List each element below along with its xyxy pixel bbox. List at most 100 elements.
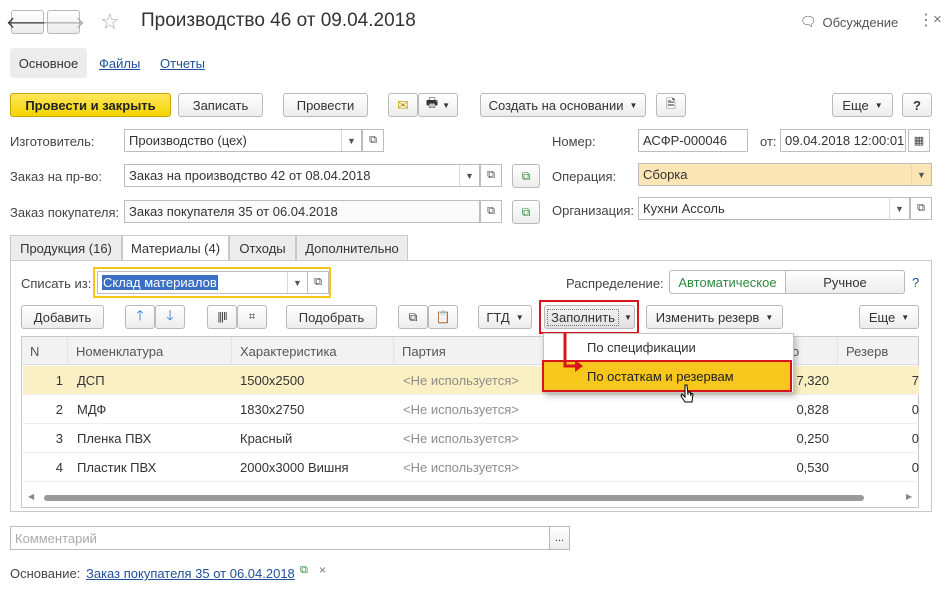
col-header-characteristic[interactable]: Характеристика (236, 337, 394, 365)
basis-link[interactable]: Заказ покупателя 35 от 06.04.2018 (86, 566, 295, 581)
fill-button[interactable]: Заполнить ▼ (544, 305, 635, 329)
chevron-down-icon[interactable]: ▼ (459, 165, 479, 186)
table-row[interactable]: 3 Пленка ПВХ Красный <Не используется> 0… (23, 424, 919, 453)
scroll-right-icon[interactable]: ▶ (906, 492, 912, 501)
email-button[interactable]: ✉ (388, 93, 418, 117)
chevron-down-icon[interactable]: ▼ (911, 164, 931, 185)
date-field[interactable]: 09.04.2018 12:00:01 (780, 129, 906, 152)
open-manufacturer-button[interactable]: ⧉ (362, 129, 384, 152)
mouse-cursor-icon (680, 384, 694, 403)
discussion-button[interactable]: 🗨 Обсуждение (800, 14, 898, 30)
row-quantity: 0,530 (796, 460, 829, 475)
forward-button[interactable]: 🡒 (42, 10, 85, 34)
move-up-button[interactable]: 🡑 (125, 305, 155, 329)
select-items-button[interactable]: Подобрать (286, 305, 377, 329)
open-org-button[interactable]: ⧉ (910, 197, 932, 220)
table-row[interactable]: 2 МДФ 1830x2750 <Не используется> 0,828 … (23, 395, 919, 424)
open-prod-order-button[interactable]: ⧉ (480, 164, 502, 187)
open-warehouse-button[interactable]: ⧉ (307, 271, 329, 294)
dist-help-link[interactable]: ? (912, 275, 919, 290)
move-down-button[interactable]: 🡓 (155, 305, 185, 329)
manufacturer-field[interactable]: Производство (цех) ▼ (124, 129, 362, 152)
row-nomenclature: МДФ (77, 402, 107, 417)
post-and-close-button[interactable]: Провести и закрыть (10, 93, 171, 117)
page-title: Производство 46 от 09.04.2018 (141, 10, 416, 31)
tab-waste[interactable]: Отходы (229, 235, 296, 260)
post-button[interactable]: Провести (283, 93, 368, 117)
row-nomenclature: ДСП (77, 373, 105, 388)
copy-button[interactable]: ⧉ (398, 305, 428, 329)
org-label: Организация: (552, 203, 635, 218)
writeoff-field[interactable]: Склад материалов ▼ (97, 271, 308, 294)
chevron-down-icon: ▼ (629, 100, 638, 110)
tab-materials[interactable]: Материалы (4) (122, 235, 229, 261)
more-button[interactable]: Еще ▼ (832, 93, 893, 117)
callout-arrow (563, 332, 583, 372)
arrow-up-icon: 🡑 (136, 307, 144, 323)
select-customer-order-button[interactable]: ⧉ (512, 200, 540, 224)
row-reserve: 0 (911, 460, 919, 475)
nav-tab-reports[interactable]: Отчеты (160, 56, 205, 71)
chevron-down-icon[interactable]: ▼ (341, 130, 361, 151)
comment-expand-button[interactable]: ... (549, 526, 570, 550)
row-batch: <Не используется> (403, 431, 519, 446)
envelope-icon: ✉ (397, 96, 409, 113)
select-prod-order-button[interactable]: ⧉ (512, 164, 540, 188)
change-reserve-button[interactable]: Изменить резерв ▼ (646, 305, 783, 329)
chevron-down-icon[interactable]: ▼ (287, 272, 307, 293)
fill-menu-item-spec[interactable]: По спецификации (587, 340, 696, 355)
more-vert-icon[interactable]: ⋮ (918, 10, 934, 30)
fill-menu-item-stock[interactable]: По остаткам и резервам (587, 369, 734, 384)
create-based-on-button[interactable]: Создать на основании ▼ (480, 93, 646, 117)
scan-button[interactable]: ⌗ (237, 305, 267, 329)
col-header-nomenclature[interactable]: Номенклатура (72, 337, 232, 365)
gtd-button[interactable]: ГТД ▼ (478, 305, 532, 329)
print-button[interactable]: 🖶 ▼ (418, 93, 458, 117)
basis-open-icon[interactable]: ⧉ (300, 564, 308, 577)
writeoff-label: Списать из: (21, 276, 92, 291)
paste-icon: 📋 (435, 310, 451, 324)
barcode-icon: |||‖ (217, 311, 227, 323)
materials-more-button[interactable]: Еще ▼ (859, 305, 919, 329)
chevron-down-icon: ▼ (901, 312, 910, 322)
col-header-reserve[interactable]: Резерв (842, 337, 918, 365)
star-icon[interactable]: ☆ (100, 9, 120, 35)
scroll-left-icon[interactable]: ◀ (28, 492, 34, 501)
add-button[interactable]: Добавить (21, 305, 104, 329)
arrow-right-icon: 🡒 (42, 14, 85, 32)
help-button[interactable]: ? (902, 93, 932, 117)
manufacturer-label: Изготовитель: (10, 134, 95, 149)
barcode-button[interactable]: |||‖ (207, 305, 237, 329)
customer-order-field[interactable]: Заказ покупателя 35 от 06.04.2018 (124, 200, 480, 223)
number-field[interactable]: АСФР-000046 (638, 129, 748, 152)
calendar-button[interactable]: ▦ (908, 129, 930, 152)
basis-label: Основание: (10, 566, 81, 581)
close-icon[interactable]: × (933, 11, 942, 28)
row-reserve: 0 (911, 431, 919, 446)
col-header-quantity[interactable]: о (788, 337, 838, 365)
back-button[interactable]: 🡐 (6, 10, 49, 34)
row-characteristic: Красный (240, 431, 293, 446)
document-button[interactable]: 🗎 (656, 93, 686, 117)
org-field[interactable]: Кухни Ассоль ▼ (638, 197, 910, 220)
dist-auto-button[interactable]: Автоматическое (669, 270, 786, 294)
open-customer-order-button[interactable]: ⧉ (480, 200, 502, 223)
nav-tab-files[interactable]: Файлы (99, 56, 140, 71)
tab-products[interactable]: Продукция (16) (10, 235, 122, 260)
paste-button[interactable]: 📋 (428, 305, 458, 329)
dist-manual-button[interactable]: Ручное (785, 270, 905, 294)
prod-order-field[interactable]: Заказ на производство 42 от 08.04.2018 ▼ (124, 164, 480, 187)
col-header-n[interactable]: N (26, 337, 68, 365)
table-row[interactable]: 4 Пластик ПВХ 2000x3000 Вишня <Не исполь… (23, 453, 919, 482)
tab-additional[interactable]: Дополнительно (296, 235, 408, 260)
arrow-down-icon: 🡓 (166, 307, 174, 323)
nav-tab-main[interactable]: Основное (10, 48, 87, 78)
comment-field[interactable]: Комментарий (10, 526, 550, 550)
chevron-down-icon: ▼ (515, 312, 524, 322)
operation-field[interactable]: Сборка ▼ (638, 163, 932, 186)
horizontal-scrollbar[interactable] (44, 495, 864, 501)
customer-order-label: Заказ покупателя: (10, 205, 120, 220)
chevron-down-icon[interactable]: ▼ (889, 198, 909, 219)
basis-remove-icon[interactable]: × (319, 563, 326, 577)
save-button[interactable]: Записать (178, 93, 263, 117)
